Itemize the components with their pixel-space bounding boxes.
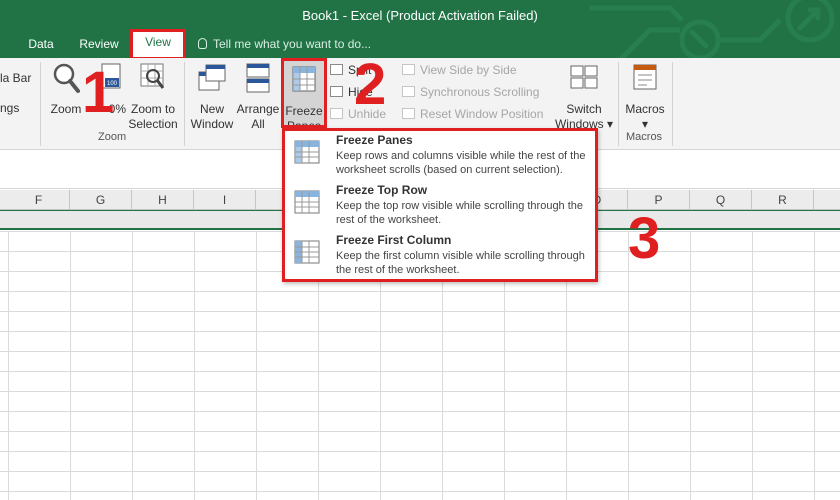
freeze-panes-title: Freeze Panes: [336, 133, 413, 147]
macros-group-label: Macros: [626, 131, 663, 143]
formula-bar-checkbox-label[interactable]: la Bar: [0, 68, 31, 88]
zoom-to-selection-button[interactable]: Zoom to Selection: [128, 62, 178, 132]
circuit-decoration-icon: [590, 0, 835, 62]
zoom-to-selection-label-2: Selection: [128, 117, 178, 131]
macros-button[interactable]: Macros ▾: [622, 62, 668, 132]
tab-data[interactable]: Data: [22, 31, 60, 58]
group-separator: [672, 62, 673, 146]
menu-item-freeze-first-column[interactable]: Freeze First Column Keep the first colum…: [285, 232, 595, 282]
sync-scroll-icon: [402, 86, 415, 97]
zoom-button[interactable]: Zoom: [46, 62, 86, 117]
macros-icon: [633, 64, 657, 90]
zoom-to-selection-label-1: Zoom to: [130, 102, 175, 116]
arrange-all-label-1: Arrange: [236, 102, 280, 116]
column-header[interactable]: Q: [690, 190, 752, 210]
synchronous-scrolling-label: Synchronous Scrolling: [420, 85, 540, 99]
freeze-panes-highlight: [281, 58, 327, 128]
step-3-annotation: 3: [628, 206, 661, 271]
group-separator: [184, 62, 185, 146]
arrange-all-label-2: All: [251, 117, 265, 131]
freeze-first-column-description: Keep the first column visible while scro…: [336, 250, 585, 276]
new-window-button[interactable]: New Window: [190, 62, 234, 132]
group-separator: [40, 62, 41, 146]
view-side-by-side-button[interactable]: View Side by Side: [402, 60, 517, 80]
zoom-to-selection-icon: [140, 63, 165, 89]
tell-me-search[interactable]: Tell me what you want to do...: [198, 31, 371, 58]
new-window-label-2: Window: [190, 117, 234, 131]
column-header[interactable]: H: [132, 190, 194, 210]
freeze-top-row-icon: [294, 190, 320, 214]
freeze-panes-menu: Freeze Panes Keep rows and columns visib…: [282, 128, 598, 282]
column-header[interactable]: I: [194, 190, 256, 210]
freeze-top-row-description: Keep the top row visible while scrolling…: [336, 200, 584, 226]
group-separator: [618, 62, 619, 146]
reset-window-position-label: Reset Window Position: [420, 107, 544, 121]
switch-windows-icon: [570, 65, 598, 89]
switch-windows-button[interactable]: Switch Windows ▾: [552, 62, 616, 132]
unhide-icon: [330, 108, 343, 119]
freeze-first-column-icon: [294, 240, 320, 264]
freeze-top-row-title: Freeze Top Row: [336, 183, 428, 197]
freeze-panes-description: Keep rows and columns visible while the …: [336, 150, 586, 176]
step-1-annotation: 1: [82, 60, 115, 125]
synchronous-scrolling-button[interactable]: Synchronous Scrolling: [402, 82, 539, 102]
macros-label-1: Macros: [625, 102, 665, 116]
arrange-all-button[interactable]: Arrange All: [236, 62, 280, 132]
zoom-group-label: Zoom: [98, 131, 127, 143]
tell-me-placeholder: Tell me what you want to do...: [213, 37, 372, 51]
magnifier-icon: [53, 63, 80, 93]
tab-view[interactable]: View: [130, 29, 186, 60]
menu-item-freeze-panes[interactable]: Freeze Panes Keep rows and columns visib…: [285, 132, 595, 182]
reset-position-icon: [402, 108, 415, 119]
arrange-all-icon: [246, 63, 270, 93]
new-window-label-1: New: [199, 102, 224, 116]
menu-item-freeze-top-row[interactable]: Freeze Top Row Keep the top row visible …: [285, 182, 595, 232]
split-icon: [330, 64, 343, 75]
freeze-panes-icon: [294, 140, 320, 164]
hide-icon: [330, 86, 343, 97]
lightbulb-icon: [198, 38, 207, 49]
excel-window: Book1 - Excel (Product Activation Failed…: [0, 0, 840, 500]
freeze-first-column-title: Freeze First Column: [336, 233, 452, 247]
tab-review[interactable]: Review: [74, 31, 124, 58]
step-2-annotation: 2: [354, 52, 387, 117]
reset-window-position-button[interactable]: Reset Window Position: [402, 104, 543, 124]
macros-label-2: ▾: [641, 117, 649, 131]
column-header[interactable]: G: [70, 190, 132, 210]
column-header[interactable]: R: [752, 190, 814, 210]
column-header[interactable]: F: [8, 190, 70, 210]
headings-checkbox-label[interactable]: ngs: [0, 98, 19, 118]
side-by-side-icon: [402, 64, 415, 75]
switch-windows-label-1: Switch: [566, 102, 602, 116]
view-side-by-side-label: View Side by Side: [420, 63, 517, 77]
zoom-label: Zoom: [50, 102, 82, 116]
new-window-icon: [198, 64, 226, 91]
